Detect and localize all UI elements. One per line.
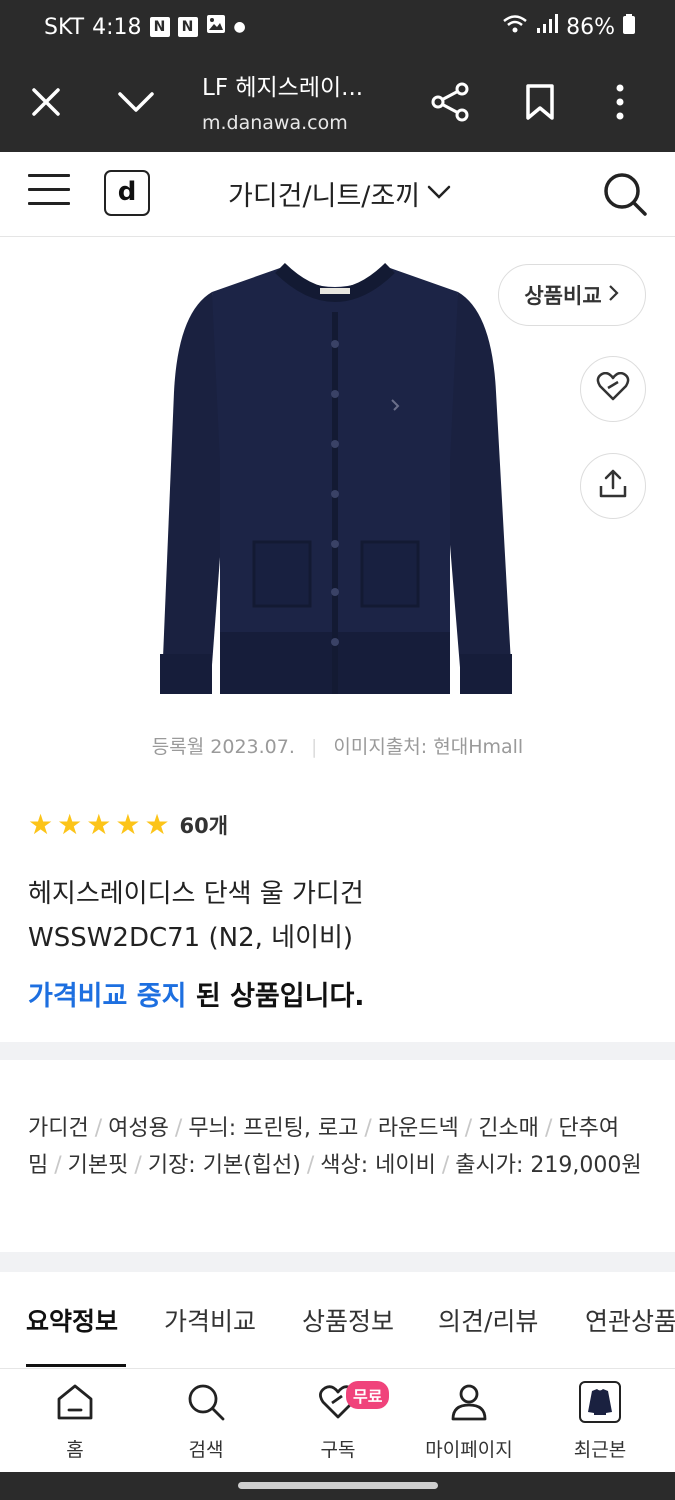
spec-separator: / [544,1116,553,1141]
spec-separator: / [306,1153,315,1178]
page-title[interactable]: LF 헤지스레이... [202,68,363,102]
section-divider [0,1042,675,1060]
star-icon: ★ [57,808,83,841]
section-divider [0,1252,675,1272]
naver-notification-icon: N [177,17,198,37]
spec-separator: / [134,1153,142,1178]
compare-label: 상품비교 [524,284,602,308]
spec-item: 기본핏 [67,1153,129,1178]
system-gesture-bar [0,1472,675,1500]
bookmark-icon[interactable] [520,80,564,124]
product-title: 헤지스레이디스 단색 울 가디건 WSSW2DC71 (N2, 네이비) [28,872,648,960]
nav-home[interactable]: 홈 [15,1381,135,1462]
home-gesture-handle[interactable] [238,1482,438,1489]
tab-summary[interactable]: 요약정보 [26,1302,118,1338]
status-left: SKT 4:18 N N ● [44,14,246,40]
heart-link-icon [596,371,630,406]
image-source: 이미지출처: 현대Hmall [333,736,524,758]
carrier-label: SKT [44,14,85,40]
person-icon [451,1384,487,1421]
browser-toolbar: LF 헤지스레이... m.danawa.com [0,56,675,152]
spec-item: 가디건 [28,1116,89,1141]
search-icon [188,1384,225,1421]
share-button[interactable] [580,453,646,519]
wishlist-heart-button[interactable] [580,356,646,422]
clock: 4:18 [92,14,142,40]
review-count: 60개 [179,814,229,838]
status-text: 된 상품입니다. [186,981,365,1012]
wifi-icon [502,14,528,40]
tab-related[interactable]: 연관상품 [585,1302,675,1338]
category-dropdown[interactable]: 가디건/니트/조끼 [228,174,452,213]
nav-label: 검색 [188,1439,224,1461]
more-vertical-icon[interactable] [610,80,630,124]
bottom-navigation: 홈 검색 무료 구독 마이페이지 최근본 [0,1368,675,1473]
star-icon: ★ [86,808,112,841]
spec-item: 출시가: 219,000원 [455,1153,642,1178]
active-tab-indicator [26,1364,126,1367]
spec-item: 색상: 네이비 [320,1153,436,1178]
product-tabs: 요약정보 가격비교 상품정보 의견/리뷰 연관상품 [0,1272,675,1369]
nav-subscribe[interactable]: 무료 구독 [278,1381,398,1462]
product-title-line1: 헤지스레이디스 단색 울 가디건 [28,879,364,909]
page-url[interactable]: m.danawa.com [202,112,348,134]
status-right: 86% [502,14,635,40]
star-icon: ★ [28,808,54,841]
search-icon[interactable] [601,170,649,218]
compare-product-button[interactable]: 상품비교 [498,264,646,326]
tab-product-info[interactable]: 상품정보 [302,1302,394,1338]
product-meta: 등록월 2023.07. | 이미지출처: 현대Hmall [0,732,675,759]
nav-label: 마이페이지 [425,1439,513,1461]
tab-price-compare[interactable]: 가격비교 [164,1302,256,1338]
tab-reviews[interactable]: 의견/리뷰 [438,1302,538,1338]
free-badge: 무료 [346,1381,390,1409]
chevron-down-icon [426,178,452,209]
system-status-bar: SKT 4:18 N N ● 86% [0,0,675,56]
share-icon[interactable] [428,80,472,124]
status-highlight: 가격비교 중지 [28,981,187,1012]
upload-share-icon [597,468,629,504]
registered-date: 등록월 2023.07. [151,736,295,758]
price-compare-status: 가격비교 중지 된 상품입니다. [28,974,365,1013]
spec-separator: / [54,1153,62,1178]
battery-icon [623,14,635,40]
recent-product-thumbnail [579,1381,621,1423]
spec-separator: / [174,1116,183,1141]
spec-item: 무늬: 프린팅, 로고 [188,1116,359,1141]
star-icon: ★ [115,808,141,841]
nav-label: 최근본 [573,1439,627,1461]
menu-icon[interactable] [28,174,70,214]
spec-item: 긴소매 [478,1116,539,1141]
nav-label: 홈 [66,1439,84,1461]
spec-summary: 가디건 / 여성용 / 무늬: 프린팅, 로고 / 라운드넥 / 긴소매 / 단추여밈 / 기본핏 / 기장… [28,1110,650,1184]
chevron-right-icon [608,283,620,308]
battery-level: 86% [566,14,615,40]
gallery-notification-icon [206,14,226,40]
divider: | [310,736,318,758]
spec-separator: / [464,1116,473,1141]
more-notifications-dot-icon: ● [233,19,246,35]
nav-label: 구독 [320,1439,356,1461]
product-title-line2: WSSW2DC71 (N2, 네이비) [28,923,354,953]
nav-search[interactable]: 검색 [146,1381,266,1462]
category-label: 가디건/니트/조끼 [228,181,421,212]
spec-item: 라운드넥 [377,1116,459,1141]
home-icon [57,1384,93,1420]
spec-item: 기장: 기본(힙선) [147,1153,301,1178]
product-image[interactable] [150,262,520,712]
star-icon: ★ [144,808,170,841]
spec-separator: / [94,1116,103,1141]
close-tab-icon[interactable] [26,80,70,124]
chevron-down-icon[interactable] [114,80,158,124]
rating-row[interactable]: ★ ★ ★ ★ ★ 60개 [28,810,228,840]
spec-separator: / [441,1153,450,1178]
nav-mypage[interactable]: 마이페이지 [409,1381,529,1462]
nav-recent[interactable]: 최근본 [540,1381,660,1462]
naver-notification-icon: N [149,17,170,37]
site-header: d 가디건/니트/조끼 [0,152,675,237]
spec-item: 여성용 [108,1116,169,1141]
danawa-logo[interactable]: d [104,170,150,216]
spec-separator: / [364,1116,372,1141]
signal-icon [536,14,559,40]
